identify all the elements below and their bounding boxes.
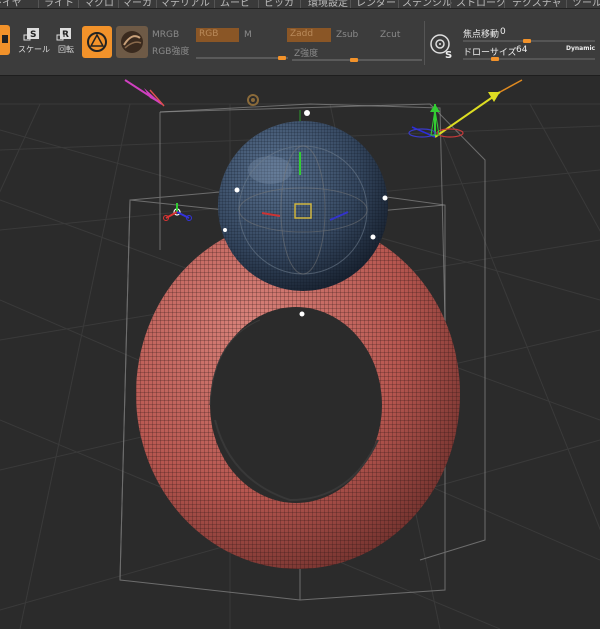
svg-text:S: S [30, 30, 36, 40]
top-toolbar: S スケール R 回転 MRGB RGB M Zadd Zsub Zcut RG [0, 9, 600, 76]
focal-shift-handle[interactable] [523, 39, 531, 43]
menu-separator [38, 0, 39, 8]
menu-separator [300, 0, 301, 8]
rgb-intensity-label: RGB強度 [152, 47, 190, 57]
sphere-icon [121, 31, 143, 53]
camera-gizmo [408, 79, 523, 138]
toolbar-divider [424, 21, 425, 65]
menu-item-movie[interactable]: ムービ [220, 0, 250, 8]
menu-separator [258, 0, 259, 8]
canvas-viewport[interactable] [0, 76, 600, 629]
menu-separator [450, 0, 451, 8]
move-icon [2, 35, 8, 43]
menu-item-light[interactable]: ライト [44, 0, 74, 8]
draw-size-label: ドローサイズ [463, 48, 517, 58]
draw-size-handle[interactable] [491, 57, 499, 61]
gizmo-button[interactable] [82, 26, 112, 58]
menu-separator [78, 0, 79, 8]
menu-separator [214, 0, 215, 8]
m-toggle[interactable]: M [244, 30, 252, 40]
menu-item-layer[interactable]: レイヤ [0, 0, 22, 8]
menu-separator [156, 0, 157, 8]
zsub-toggle[interactable]: Zsub [336, 30, 358, 40]
focal-shift-value: 0 [500, 27, 506, 37]
menu-item-marker[interactable]: マーカ [122, 0, 152, 8]
menu-item-stencil[interactable]: ステンシル [402, 0, 452, 8]
zcut-toggle[interactable]: Zcut [380, 30, 400, 40]
z-intensity-handle[interactable] [350, 58, 358, 62]
menu-bar: レイヤ ライト マクロ マーカ マテリアル ムービ ピッカ 環境設定 レンダー … [0, 0, 600, 9]
z-intensity-label: Z強度 [294, 49, 319, 59]
lazy-mouse-icon: S [430, 34, 452, 61]
menu-separator [504, 0, 505, 8]
scale-label: スケール [18, 45, 50, 54]
svg-text:S: S [445, 50, 452, 60]
mrgb-toggle[interactable]: MRGB [152, 30, 179, 40]
sphere-mode-button[interactable] [116, 26, 148, 58]
rgb-toggle[interactable]: RGB [196, 28, 239, 42]
pink-axis-marker [124, 79, 165, 107]
draw-size-slider[interactable] [463, 58, 595, 60]
rotate-button[interactable]: R 回転 [49, 25, 79, 55]
zadd-toggle[interactable]: Zadd [287, 28, 331, 42]
lazy-mouse-button[interactable]: S [428, 32, 456, 61]
draw-size-value: 64 [516, 45, 528, 55]
dynamic-toggle[interactable]: Dynamic [566, 45, 595, 52]
move-button[interactable] [0, 25, 10, 55]
menu-item-prefs[interactable]: 環境設定 [308, 0, 348, 8]
menu-separator [350, 0, 351, 8]
menu-item-tool[interactable]: ツール [572, 0, 600, 8]
scale-button[interactable]: S スケール [17, 25, 50, 55]
menu-separator [118, 0, 119, 8]
menu-separator [398, 0, 399, 8]
focal-shift-label: 焦点移動 [463, 30, 500, 40]
menu-item-texture[interactable]: テクスチャ [512, 0, 562, 8]
rgb-intensity-slider[interactable] [196, 57, 288, 59]
gizmo-icon [87, 32, 107, 52]
menu-item-stroke[interactable]: ストローク [456, 0, 506, 8]
rotate-label: 回転 [58, 45, 74, 54]
menu-item-render[interactable]: レンダー [356, 0, 396, 8]
menu-separator [566, 0, 567, 8]
menu-item-material[interactable]: マテリアル [160, 0, 210, 8]
rgb-intensity-handle[interactable] [278, 56, 286, 60]
menu-item-macro[interactable]: マクロ [84, 0, 114, 8]
scene-svg [0, 79, 600, 629]
menu-item-picker[interactable]: ピッカ [264, 0, 294, 8]
